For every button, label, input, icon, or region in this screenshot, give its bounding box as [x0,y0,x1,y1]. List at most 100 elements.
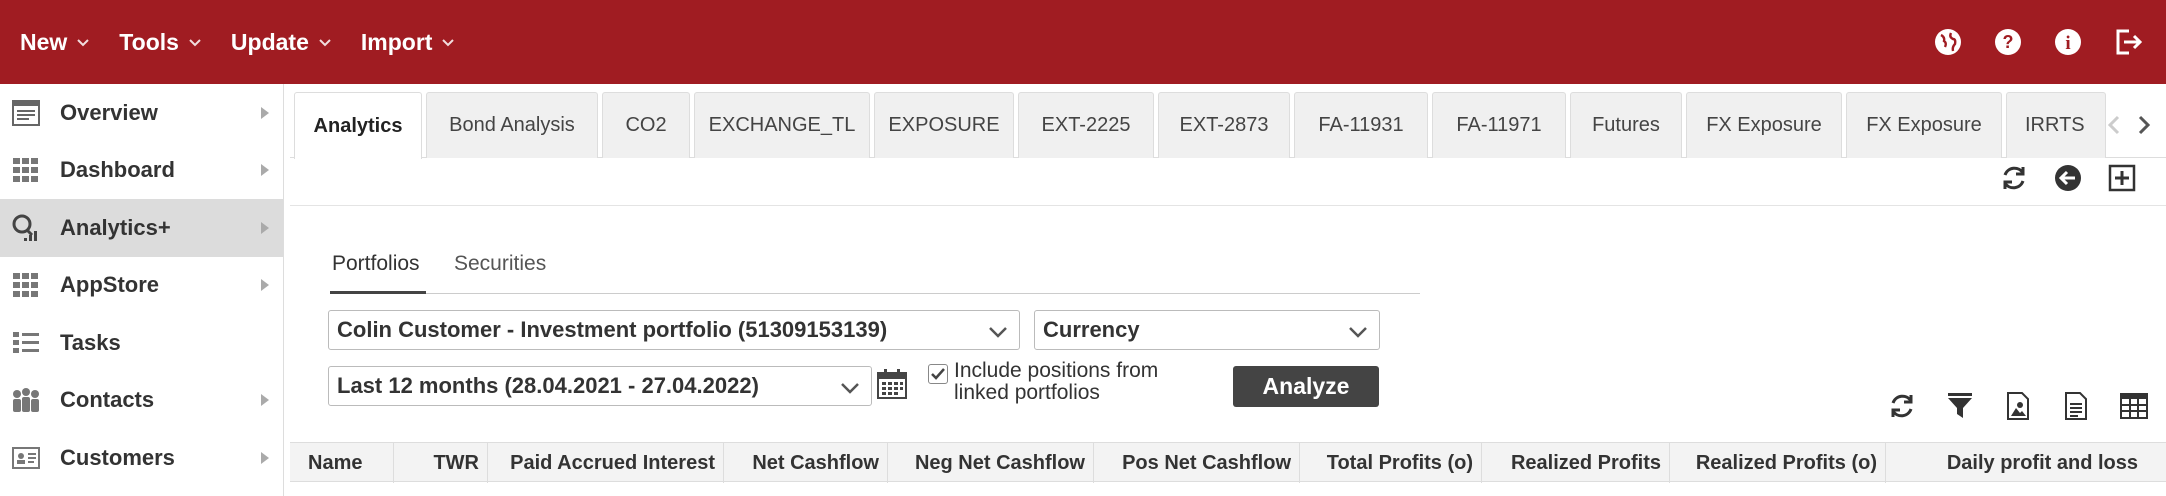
sidebar-item-tasks[interactable]: Tasks [0,314,283,372]
chevron-down-icon [319,39,331,47]
refresh-icon[interactable] [1886,390,1918,422]
menu-tools-label: Tools [119,28,179,55]
chevron-right-icon [261,164,269,177]
tab-label: EXT-2873 [1179,114,1269,136]
tab-label: Analytics [313,114,403,137]
chevron-down-icon [442,39,455,47]
sidebar-item-overview[interactable]: Overview [0,84,283,142]
tab-exposure[interactable]: EXPOSURE [874,92,1014,158]
filter-icon[interactable] [1944,390,1976,422]
subtab-portfolios[interactable]: Portfolios [330,252,426,294]
contacts-icon [10,384,42,416]
column-header-realized-profits-o[interactable]: Realized Profits (o) [1670,443,1886,483]
sidebar-item-label: Analytics+ [60,214,171,240]
column-header-paid-accrued-interest[interactable]: Paid Accrued Interest [488,443,724,483]
tab-scroll-right-icon[interactable] [2132,110,2156,140]
tab-fa-11931[interactable]: FA-11931 [1294,92,1428,158]
sidebar-item-contacts[interactable]: Contacts [0,372,283,430]
chevron-right-icon [261,394,269,407]
chevron-down-icon [841,383,859,394]
column-header-total-profits-o[interactable]: Total Profits (o) [1300,443,1482,483]
tab-label: Futures [1592,114,1660,136]
back-icon[interactable] [2052,162,2084,194]
menu-import[interactable]: Import [361,29,457,56]
tab-label: EXT-2225 [1041,114,1131,136]
chevron-right-icon [261,221,269,234]
calendar-icon[interactable] [876,368,910,402]
column-header-name[interactable]: Name [290,443,394,483]
menu-new[interactable]: New [20,29,91,56]
column-header-net-cashflow[interactable]: Net Cashflow [724,443,888,483]
top-icons: ? i [1932,0,2144,84]
tasks-icon [10,327,42,359]
menu-import-label: Import [360,28,433,55]
overview-icon [10,97,42,129]
tab-label: IRRTS [2025,114,2085,136]
analyze-button[interactable]: Analyze [1233,366,1379,407]
view-toolbar [1998,162,2138,194]
top-bar: New Tools Update Import ? i [0,0,2166,84]
chevron-right-icon [261,451,269,464]
sidebar-item-dashboard[interactable]: Dashboard [0,142,283,200]
tab-fa-11971[interactable]: FA-11971 [1432,92,1566,158]
period-select-value: Last 12 months (28.04.2021 - 27.04.2022) [337,373,759,398]
sidebar-item-label: Contacts [60,387,155,413]
menu-new-label: New [20,28,68,55]
table-icon[interactable] [2118,390,2150,422]
subtab-label: Portfolios [332,252,420,275]
sidebar-item-label: Customers [60,444,175,470]
sidebar-item-customers[interactable]: Customers [0,429,283,487]
tab-bond-analysis[interactable]: Bond Analysis [426,92,598,158]
sidebar-item-label: Dashboard [60,157,175,183]
period-select[interactable]: Last 12 months (28.04.2021 - 27.04.2022) [328,366,872,406]
currency-select-value: Currency [1043,317,1140,342]
column-header-neg-net-cashflow[interactable]: Neg Net Cashflow [888,443,1094,483]
image-export-icon[interactable] [2002,390,2034,422]
sidebar-item-analytics[interactable]: Analytics+ [0,199,283,257]
tab-fx-exposure-2[interactable]: FX Exposure [1846,92,2002,158]
tab-fx-exposure[interactable]: FX Exposure [1686,92,1842,158]
portfolio-select-value: Colin Customer - Investment portfolio (5… [337,317,888,342]
column-header-realized-profits[interactable]: Realized Profits [1482,443,1670,483]
menu-update[interactable]: Update [231,29,333,56]
tab-ext-2225[interactable]: EXT-2225 [1018,92,1154,158]
subtab-securities[interactable]: Securities [454,252,564,294]
tab-analytics[interactable]: Analytics [294,92,422,159]
tab-exchange-tl[interactable]: EXCHANGE_TL [694,92,870,158]
menu-tools[interactable]: Tools [119,29,203,56]
main-content: Analytics Bond Analysis CO2 EXCHANGE_TL … [290,84,2166,496]
sidebar-item-label: AppStore [60,272,159,298]
add-icon[interactable] [2106,162,2138,194]
include-linked-checkbox[interactable] [928,364,948,384]
portfolio-select[interactable]: Colin Customer - Investment portfolio (5… [328,310,1020,350]
top-menu: New Tools Update Import [0,0,484,84]
analytics-icon [10,212,42,244]
help-icon[interactable]: ? [1992,26,2024,58]
tab-irrts[interactable]: IRRTS [2006,92,2106,158]
tab-label: FX Exposure [1706,114,1822,136]
sidebar: Overview Dashboard Analytics+ AppStore T… [0,84,284,496]
tab-bar: Analytics Bond Analysis CO2 EXCHANGE_TL … [290,92,2166,159]
tab-ext-2873[interactable]: EXT-2873 [1158,92,1290,158]
info-icon[interactable]: i [2052,26,2084,58]
dashboard-icon [10,154,42,186]
tab-futures[interactable]: Futures [1570,92,1682,158]
tab-scroll-left-icon[interactable] [2102,110,2126,140]
column-header-pos-net-cashflow[interactable]: Pos Net Cashflow [1094,443,1300,483]
include-linked-label: Include positions from linked portfolios [954,359,1159,404]
currency-select[interactable]: Currency [1034,310,1380,350]
divider [290,205,2166,206]
logout-icon[interactable] [2112,26,2144,58]
grid-toolbar [1886,390,2150,422]
tab-co2[interactable]: CO2 [602,92,690,158]
column-header-twr[interactable]: TWR [394,443,488,483]
refresh-icon[interactable] [1998,162,2030,194]
sidebar-item-appstore[interactable]: AppStore [0,257,283,315]
column-header-daily-profit-and-loss[interactable]: Daily profit and loss [1886,443,2146,483]
chevron-down-icon [989,327,1007,338]
appstore-icon [10,269,42,301]
chevron-down-icon [77,39,90,47]
sidebar-item-label: Overview [60,99,158,125]
document-export-icon[interactable] [2060,390,2092,422]
globe-icon[interactable] [1932,26,1964,58]
